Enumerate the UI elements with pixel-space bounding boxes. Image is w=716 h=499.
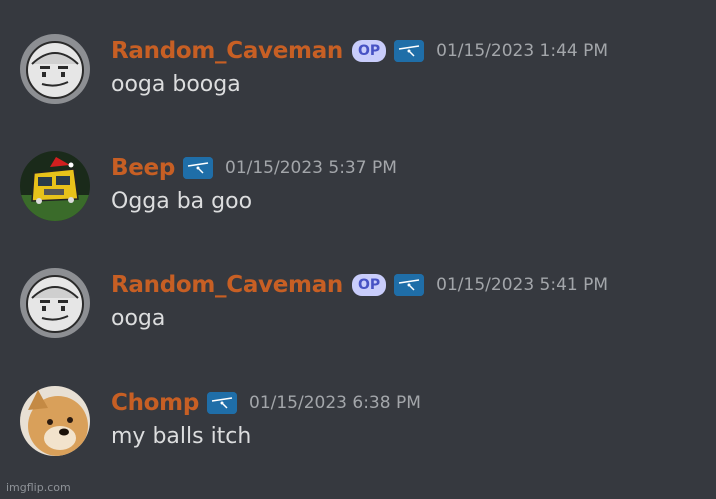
role-icon[interactable]: [207, 392, 237, 414]
message-header: Chomp 01/15/2023 6:38 PM: [111, 386, 421, 420]
doge-avatar-icon: [20, 386, 90, 456]
timestamp: 01/15/2023 6:38 PM: [249, 393, 421, 413]
avatar[interactable]: [20, 268, 90, 338]
avatar[interactable]: [20, 386, 90, 456]
message-content: ooga booga: [111, 72, 241, 97]
imgflip-watermark: imgflip.com: [6, 481, 71, 494]
message-content: Ogga ba goo: [111, 189, 253, 214]
role-icon[interactable]: [394, 40, 425, 62]
message-header: Random_Caveman OP 01/15/2023 1:44 PM: [111, 34, 608, 68]
username[interactable]: Random_Caveman: [111, 272, 343, 298]
message-content: ooga: [111, 306, 166, 331]
username[interactable]: Chomp: [111, 390, 199, 416]
username[interactable]: Random_Caveman: [111, 38, 343, 64]
message: Beep 01/15/2023 5:37 PM Ogga ba goo: [0, 151, 716, 251]
avatar[interactable]: [20, 34, 90, 104]
op-badge: OP: [352, 40, 387, 62]
username[interactable]: Beep: [111, 155, 175, 181]
message-header: Random_Caveman OP 01/15/2023 5:41 PM: [111, 268, 608, 302]
role-icon[interactable]: [183, 157, 213, 179]
timestamp: 01/15/2023 1:44 PM: [436, 41, 609, 61]
caveman-avatar-icon: [20, 34, 90, 104]
timestamp: 01/15/2023 5:37 PM: [225, 158, 397, 178]
school-bus-avatar-icon: [20, 151, 90, 221]
message-header: Beep 01/15/2023 5:37 PM: [111, 151, 397, 185]
message: Chomp 01/15/2023 6:38 PM my balls itch: [0, 386, 716, 486]
message: Random_Caveman OP 01/15/2023 1:44 PM oog…: [0, 34, 716, 134]
message: Random_Caveman OP 01/15/2023 5:41 PM oog…: [0, 268, 716, 368]
caveman-avatar-icon: [20, 268, 90, 338]
avatar[interactable]: [20, 151, 90, 221]
op-badge: OP: [352, 274, 387, 296]
message-content: my balls itch: [111, 424, 252, 449]
role-icon[interactable]: [394, 274, 425, 296]
timestamp: 01/15/2023 5:41 PM: [436, 275, 609, 295]
